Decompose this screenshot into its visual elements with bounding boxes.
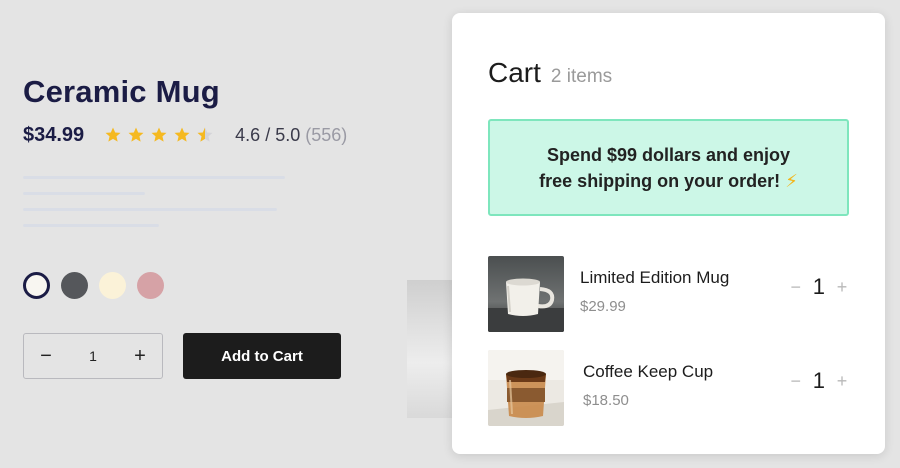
cart-item-quantity-stepper: − 1 + xyxy=(789,368,849,394)
lightning-icon: ⚡ xyxy=(785,170,798,191)
keep-cup-thumbnail[interactable] xyxy=(488,350,564,426)
increase-quantity-button[interactable]: + xyxy=(835,277,849,298)
decrease-quantity-button[interactable]: − xyxy=(789,277,803,298)
rating-value: 4.6 / 5.0 xyxy=(235,124,301,145)
star-half-icon xyxy=(196,126,214,144)
increase-quantity-button[interactable]: + xyxy=(835,371,849,392)
quantity-value[interactable]: 1 xyxy=(89,348,97,364)
white-mug-thumbnail[interactable] xyxy=(488,256,564,332)
description-line xyxy=(23,192,145,195)
swatch-rose[interactable] xyxy=(137,272,164,299)
description-placeholder xyxy=(23,176,285,240)
product-price: $34.99 xyxy=(23,123,85,146)
swatch-cream[interactable] xyxy=(99,272,126,299)
add-to-cart-button[interactable]: Add to Cart xyxy=(183,333,341,379)
star-icon xyxy=(127,126,145,144)
color-swatches xyxy=(23,272,175,299)
cart-item-quantity: 1 xyxy=(812,368,825,393)
cart-panel: Cart 2 items Spend $99 dollars and enjoy… xyxy=(452,13,885,454)
cart-item-price: $18.50 xyxy=(583,392,629,409)
description-line xyxy=(23,208,277,211)
cart-item-price: $29.99 xyxy=(580,298,626,315)
review-count: (556) xyxy=(305,124,348,145)
cart-item-quantity: 1 xyxy=(812,274,825,299)
swatch-white[interactable] xyxy=(23,272,50,299)
star-rating xyxy=(104,126,219,144)
star-icon xyxy=(104,126,122,144)
cart-item-name[interactable]: Limited Edition Mug xyxy=(580,268,729,288)
quantity-stepper: − 1 + xyxy=(23,333,163,379)
description-line xyxy=(23,176,285,179)
decrease-quantity-button[interactable]: − xyxy=(36,345,56,368)
cart-item-count: 2 items xyxy=(550,66,613,87)
description-line xyxy=(23,224,159,227)
cart-title: Cart xyxy=(488,57,541,88)
promo-line-2-text: free shipping on your order! xyxy=(539,170,781,191)
cart-item: Limited Edition Mug $29.99 − 1 + xyxy=(488,256,849,332)
cart-item-quantity-stepper: − 1 + xyxy=(789,274,849,300)
swatch-charcoal[interactable] xyxy=(61,272,88,299)
product-title: Ceramic Mug xyxy=(23,74,220,109)
promo-line-1: Spend $99 dollars and enjoy xyxy=(546,144,791,165)
cart-item-name[interactable]: Coffee Keep Cup xyxy=(583,362,713,382)
increase-quantity-button[interactable]: + xyxy=(130,345,150,368)
free-shipping-banner: Spend $99 dollars and enjoy free shippin… xyxy=(488,119,849,216)
decrease-quantity-button[interactable]: − xyxy=(789,371,803,392)
cart-item: Coffee Keep Cup $18.50 − 1 + xyxy=(488,350,849,426)
price-rating-row: $34.99 4.6 / 5.0 (556) xyxy=(23,122,347,148)
cart-header: Cart 2 items xyxy=(488,57,612,89)
star-icon xyxy=(173,126,191,144)
promo-line-2: free shipping on your order! ⚡ xyxy=(539,168,798,194)
star-icon xyxy=(150,126,168,144)
